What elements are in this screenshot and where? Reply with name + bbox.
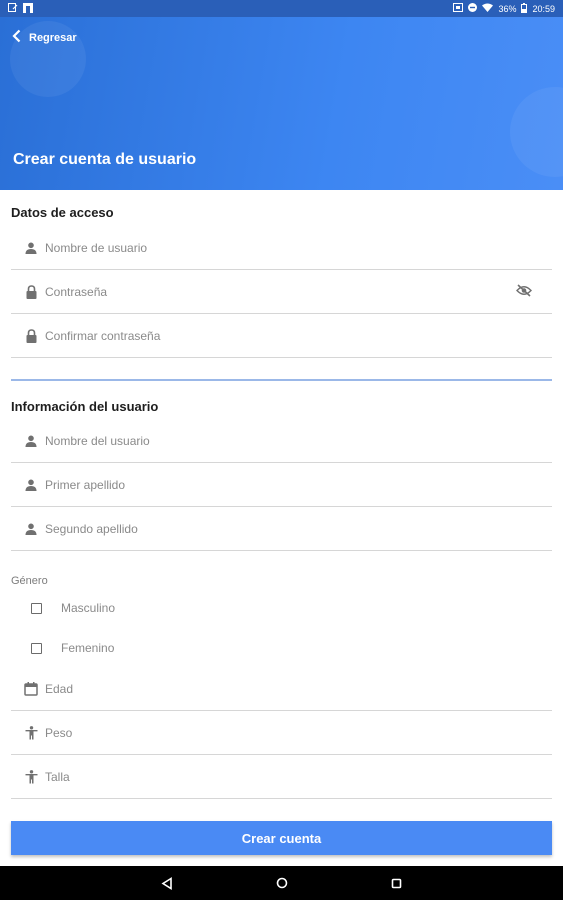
checkbox[interactable] (31, 602, 42, 614)
gender-option-label: Masculino (61, 601, 116, 615)
person-icon (19, 242, 43, 254)
nav-back-icon (160, 876, 172, 890)
name-field[interactable]: Nombre del usuario (11, 419, 552, 463)
second-lastname-field[interactable]: Segundo apellido (11, 507, 552, 551)
battery-icon (521, 2, 528, 15)
height-field[interactable]: Talla (11, 755, 552, 799)
weight-placeholder: Peso (45, 725, 73, 740)
wifi-icon (482, 3, 494, 14)
chevron-left-icon (12, 29, 21, 46)
accessibility-icon (19, 769, 43, 784)
nav-recents-button[interactable] (387, 873, 407, 893)
name-placeholder: Nombre del usuario (45, 433, 150, 448)
back-button[interactable]: Regresar (12, 29, 77, 46)
lock-icon (19, 284, 43, 299)
page-title: Crear cuenta de usuario (13, 151, 197, 168)
create-account-button[interactable]: Crear cuenta (11, 821, 552, 855)
back-label: Regresar (29, 31, 77, 44)
height-placeholder: Talla (45, 769, 70, 784)
calendar-icon (19, 681, 43, 696)
person-icon (19, 479, 43, 491)
age-field[interactable]: Edad (11, 667, 552, 711)
confirm-password-field[interactable]: Confirmar contraseña (11, 314, 552, 358)
gender-option-label: Femenino (61, 641, 115, 655)
gender-option-female[interactable]: Femenino (31, 641, 114, 655)
person-icon (19, 435, 43, 447)
gender-option-male[interactable]: Masculino (31, 601, 115, 615)
confirm-password-placeholder: Confirmar contraseña (45, 328, 161, 343)
status-bar: 36% 20:59 (0, 0, 563, 17)
second-lastname-placeholder: Segundo apellido (45, 521, 138, 536)
username-placeholder: Nombre de usuario (45, 240, 148, 255)
age-placeholder: Edad (45, 681, 74, 696)
nav-home-icon (276, 877, 287, 889)
clock: 20:59 (532, 3, 555, 14)
lock-icon (19, 328, 43, 343)
section-title-user-info: Información del usuario (11, 399, 159, 414)
weight-field[interactable]: Peso (11, 711, 552, 755)
nav-recents-icon (391, 878, 402, 888)
nav-home-button[interactable] (272, 873, 292, 893)
eye-off-icon[interactable] (516, 284, 532, 302)
decorative-circle (510, 87, 563, 177)
first-lastname-placeholder: Primer apellido (45, 477, 126, 492)
person-icon (19, 523, 43, 535)
notification-edit-icon (8, 3, 18, 14)
accessibility-icon (19, 725, 43, 740)
gender-label: Género (11, 575, 48, 587)
system-nav-bar (0, 866, 563, 900)
do-not-disturb-icon (468, 3, 478, 14)
password-field[interactable]: Contraseña (11, 270, 552, 314)
nav-back-button[interactable] (157, 873, 177, 893)
checkbox[interactable] (31, 642, 42, 654)
screenshot-icon (453, 3, 464, 14)
username-field[interactable]: Nombre de usuario (11, 226, 552, 270)
app-header: Regresar Crear cuenta de usuario (0, 17, 563, 190)
first-lastname-field[interactable]: Primer apellido (11, 463, 552, 507)
notification-app-icon (23, 2, 33, 15)
battery-percent: 36% (498, 3, 517, 14)
password-placeholder: Contraseña (45, 284, 108, 299)
section-title-access: Datos de acceso (11, 205, 114, 220)
section-divider (11, 379, 552, 381)
